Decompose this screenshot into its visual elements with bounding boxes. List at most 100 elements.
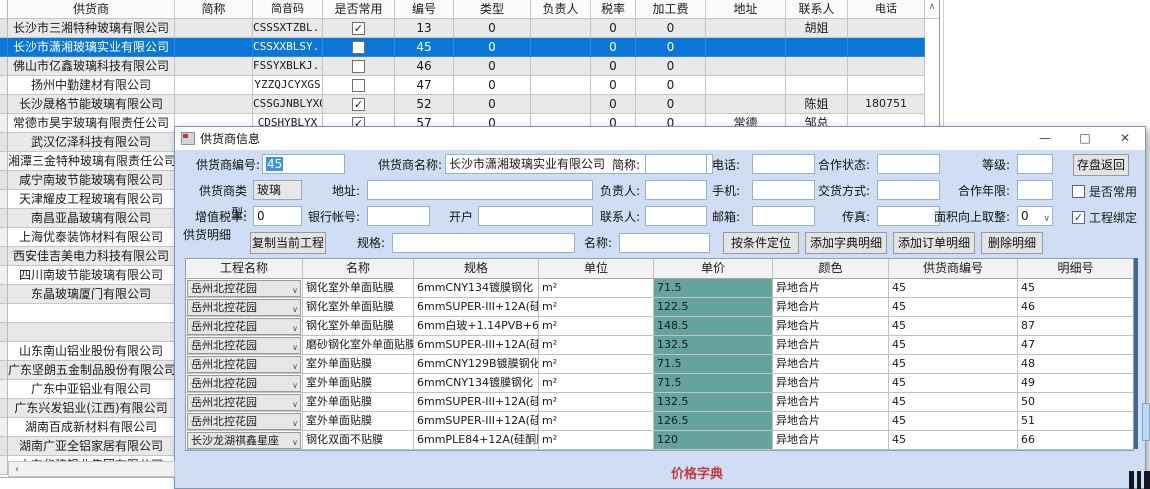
row-header-cell[interactable]	[0, 418, 8, 437]
row-header-cell[interactable]	[0, 323, 8, 342]
row-header-cell[interactable]	[0, 361, 8, 380]
project-combo[interactable]: 岳州北控花园∨	[187, 337, 301, 354]
row-header-cell[interactable]	[0, 152, 8, 171]
detail-grid-row[interactable]: 岳州北控花园∨室外单面贴膜6mmCNY129B镀膜钢化m²71.5异地合片454…	[186, 355, 1133, 374]
row-header-cell[interactable]	[0, 437, 8, 456]
copy-current-project-button[interactable]: 复制当前工程	[250, 232, 326, 254]
chevron-down-icon[interactable]: ∨	[292, 321, 298, 336]
chevron-down-icon[interactable]: ∨	[292, 302, 298, 317]
supplier-row[interactable]: 东晶玻璃厦门有限公司	[0, 285, 175, 304]
supplier-row[interactable]: 佛山市亿鑫玻璃科技有限公司FSSYXBLKJ...46000	[0, 57, 939, 76]
supplier-row[interactable]: 咸宁南玻节能玻璃有限公司	[0, 171, 175, 190]
project-combo[interactable]: 岳州北控花园∨	[187, 413, 301, 430]
row-header-cell[interactable]	[0, 95, 8, 114]
horizontal-scrollbar[interactable]: ‹	[8, 461, 175, 477]
bank-account-field[interactable]	[367, 206, 430, 226]
minimize-icon[interactable]: —	[1025, 127, 1065, 150]
project-combo[interactable]: 岳州北控花园∨	[187, 318, 301, 335]
project-name-cell[interactable]: 岳州北控花园∨	[186, 374, 303, 393]
row-header-cell[interactable]	[0, 456, 8, 475]
round-up-dropdown[interactable]: 0∨	[1017, 206, 1053, 226]
row-header-cell[interactable]	[0, 19, 8, 38]
detail-grid-row[interactable]: 长沙龙湖祺鑫星座∨钢化双面不贴膜6mmPLE84+12A(硅酮胶...m²120…	[186, 431, 1133, 450]
checkbox-icon[interactable]: ✓	[352, 22, 365, 35]
project-combo[interactable]: 岳州北控花园∨	[187, 299, 301, 316]
supplier-row[interactable]: 西安佳吉美电力科技有限公司	[0, 247, 175, 266]
detail-grid-row[interactable]: 岳州北控花园∨磨砂钢化室外单面贴膜6mmSUPER-III+12A(硅...m²…	[186, 336, 1133, 355]
row-header-cell[interactable]	[0, 228, 8, 247]
maximize-icon[interactable]: □	[1065, 127, 1105, 150]
project-name-cell[interactable]: 岳州北控花园∨	[186, 355, 303, 374]
detail-grid-row[interactable]: 岳州北控花园∨室外单面贴膜6mmSUPER-III+12A(硅...m²126.…	[186, 412, 1133, 431]
row-header-cell[interactable]	[0, 380, 8, 399]
detail-grid-row[interactable]: 岳州北控花园∨钢化室外单面贴膜6mm白玻+1.14PVB+6mm...m²148…	[186, 317, 1133, 336]
detail-grid-row[interactable]: 岳州北控花园∨钢化室外单面贴膜6mmSUPER-III+12A(硅...m²12…	[186, 298, 1133, 317]
project-name-cell[interactable]: 岳州北控花园∨	[186, 336, 303, 355]
project-combo[interactable]: 岳州北控花园∨	[187, 356, 301, 373]
detail-grid-row[interactable]: 岳州北控花园∨室外单面贴膜6mmCNY134镀膜钢化m²71.5异地合片4549	[186, 374, 1133, 393]
supplier-row[interactable]	[0, 323, 175, 342]
common-checkbox-cell[interactable]	[323, 76, 395, 95]
supplier-row[interactable]: 长沙市潇湘玻璃实业有限公司CSSXXBLSY...45000	[0, 38, 939, 57]
supplier-row[interactable]: 广东兴发铝业(江西)有限公司	[0, 399, 175, 418]
supplier-id-field[interactable]: 45	[262, 154, 345, 174]
detail-grid-row[interactable]: 岳州北控花园∨室外单面贴膜6mmSUPER-III+12A(硅...m²132.…	[186, 393, 1133, 412]
spec-input[interactable]	[392, 233, 575, 253]
common-checkbox-cell[interactable]	[323, 57, 395, 76]
checkbox-icon[interactable]	[352, 60, 365, 73]
name-input[interactable]	[619, 233, 710, 253]
row-header-cell[interactable]	[0, 57, 8, 76]
project-name-cell[interactable]: 岳州北控花园∨	[186, 412, 303, 431]
row-header-cell[interactable]	[0, 247, 8, 266]
save-return-button[interactable]: 存盘返回	[1073, 154, 1129, 176]
common-checkbox-cell[interactable]: ✓	[323, 19, 395, 38]
chevron-down-icon[interactable]: ∨	[292, 435, 298, 450]
supplier-row[interactable]: 长沙市三湘特种玻璃有限公司CSSSXTZBL...✓13000胡姐	[0, 19, 939, 38]
supplier-row[interactable]	[0, 304, 175, 323]
project-name-cell[interactable]: 岳州北控花园∨	[186, 393, 303, 412]
common-checkbox-cell[interactable]	[323, 38, 395, 57]
project-name-cell[interactable]: 岳州北控花园∨	[186, 279, 303, 298]
checkbox-icon[interactable]	[352, 79, 365, 92]
chevron-down-icon[interactable]: ∨	[292, 416, 298, 431]
coop-years-field[interactable]	[1017, 180, 1053, 200]
scroll-left-icon[interactable]: ‹	[9, 464, 25, 475]
supplier-row[interactable]: 天津耀皮工程玻璃有限公司	[0, 190, 175, 209]
checkbox-icon[interactable]	[1072, 185, 1085, 198]
project-combo[interactable]: 长沙龙湖祺鑫星座∨	[187, 432, 301, 449]
supplier-row[interactable]: 扬州中勤建材有限公司YZZQJCYXGS47000	[0, 76, 939, 95]
supplier-row[interactable]: 山东南山铝业股份有限公司	[0, 342, 175, 361]
row-header-cell[interactable]	[0, 114, 8, 133]
supplier-row[interactable]: 湖南广亚全铝家居有限公司	[0, 437, 175, 456]
supplier-row[interactable]: 长沙晟格节能玻璃有限公司CSSGJNBLYXGS✓52000陈姐180751	[0, 95, 939, 114]
row-header-cell[interactable]	[0, 266, 8, 285]
detail-grid-row[interactable]: 岳州北控花园∨钢化室外单面贴膜6mmCNY134镀膜钢化m²71.5异地合片45…	[186, 279, 1133, 298]
row-header-cell[interactable]	[0, 209, 8, 228]
supplier-row[interactable]: 四川南玻节能玻璃有限公司	[0, 266, 175, 285]
delete-detail-button[interactable]: 删除明细	[981, 232, 1043, 254]
project-name-cell[interactable]: 岳州北控花园∨	[186, 317, 303, 336]
supplier-row[interactable]: 广东坚朗五金制品股份有限公司	[0, 361, 175, 380]
row-header-cell[interactable]	[0, 76, 8, 95]
row-header-cell[interactable]	[0, 399, 8, 418]
row-header-cell[interactable]	[0, 133, 8, 152]
grade-field[interactable]	[1017, 154, 1053, 174]
chevron-down-icon[interactable]: ∨	[292, 359, 298, 374]
project-combo[interactable]: 岳州北控花园∨	[187, 375, 301, 392]
dialog-titlebar[interactable]: 供货商信息 — □ ✕	[175, 127, 1145, 150]
add-dictionary-detail-button[interactable]: 添加字典明细	[805, 232, 887, 254]
checkbox-checked-icon[interactable]: ✓	[1072, 211, 1085, 224]
checkbox-icon[interactable]	[352, 41, 365, 54]
project-name-cell[interactable]: 长沙龙湖祺鑫星座∨	[186, 431, 303, 450]
row-header-cell[interactable]	[0, 285, 8, 304]
supplier-row[interactable]: 南昌亚晶玻璃有限公司	[0, 209, 175, 228]
chevron-down-icon[interactable]: ∨	[292, 378, 298, 393]
project-bind-checkbox-group[interactable]: ✓ 工程绑定	[1072, 209, 1137, 226]
locate-by-condition-button[interactable]: 按条件定位	[723, 232, 799, 254]
chevron-down-icon[interactable]: ∨	[292, 340, 298, 355]
project-name-cell[interactable]: 岳州北控花园∨	[186, 298, 303, 317]
supplier-row[interactable]: 广东中亚铝业有限公司	[0, 380, 175, 399]
chevron-down-icon[interactable]: ∨	[292, 397, 298, 412]
checkbox-icon[interactable]: ✓	[352, 98, 365, 111]
project-combo[interactable]: 岳州北控花园∨	[187, 394, 301, 411]
